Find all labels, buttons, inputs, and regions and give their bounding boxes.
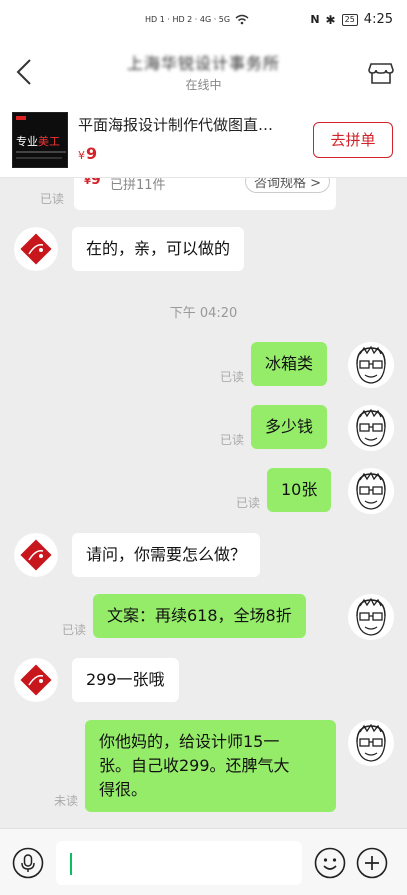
thumb-text: 专业美工 [16, 133, 60, 149]
sold-count: 已拼11件 [110, 178, 166, 193]
chat-header: 上海华锐设计事务所 在线中 [0, 40, 407, 102]
status-bar: HD 1 · HD 2 · 4G · 5G N ✱ 25 4:25 [0, 0, 407, 40]
user-avatar[interactable] [348, 720, 394, 766]
product-price: ¥9 [78, 144, 97, 163]
cartoon-face-icon [349, 343, 393, 387]
message-bubble-in[interactable]: 299一张哦 [72, 658, 179, 702]
message-bubble-out[interactable]: 文案：再续618，全场8折 [93, 594, 306, 638]
read-status: 已读 [62, 623, 87, 637]
user-avatar[interactable] [348, 342, 394, 388]
thumb-line [16, 157, 62, 159]
plus-icon [356, 847, 388, 879]
bluetooth-icon: ✱ [325, 12, 336, 27]
battery-icon: 25 [341, 13, 358, 26]
read-status: 已读 [236, 496, 261, 510]
cartoon-face-icon [349, 721, 393, 765]
currency-symbol: ¥ [78, 149, 85, 162]
thumb-line [16, 151, 66, 153]
text-caret [70, 853, 72, 875]
wifi-icon [235, 14, 249, 25]
shop-avatar[interactable] [14, 533, 58, 577]
user-avatar[interactable] [348, 468, 394, 514]
message-bubble-out[interactable]: 多少钱 [251, 405, 328, 449]
more-button[interactable] [356, 847, 388, 879]
shop-logo-icon [14, 533, 58, 577]
unread-status: 未读 [54, 794, 79, 808]
consult-spec-button[interactable]: 咨询规格 > [244, 178, 330, 193]
status-right: N ✱ 25 4:25 [310, 12, 393, 27]
read-status: 已读 [220, 433, 245, 447]
input-bar [0, 828, 407, 895]
chat-area[interactable]: ¥9 已拼11件 咨询规格 > 已读 在的，亲，可以做的 下午 04:20 已读… [0, 178, 407, 828]
shop-title: 上海华锐设计事务所 [126, 54, 280, 73]
message-bubble-in[interactable]: 请问，你需要怎么做？ [72, 533, 261, 577]
cartoon-face-icon [349, 406, 393, 450]
product-card[interactable]: 专业美工 平面海报设计制作代做图直… ¥9 去拼单 [0, 102, 407, 178]
nfc-icon: N [310, 13, 320, 26]
product-thumbnail[interactable]: 专业美工 [12, 112, 68, 168]
price-value: 9 [86, 144, 98, 163]
emoji-button[interactable] [314, 847, 346, 879]
cartoon-face-icon [349, 469, 393, 513]
store-icon [368, 63, 394, 84]
user-avatar[interactable] [348, 594, 394, 640]
thumb-text-a: 专业 [16, 135, 38, 148]
voice-button[interactable] [12, 847, 44, 879]
timestamp: 下午 04:20 [169, 306, 238, 321]
microphone-icon [12, 847, 44, 879]
group-buy-button[interactable]: 去拼单 [313, 122, 393, 158]
product-name[interactable]: 平面海报设计制作代做图直… [78, 114, 298, 135]
message-bubble-out[interactable]: 你他妈的，给设计师15一 张。自己收299。还脾气大 得很。 [85, 720, 336, 812]
thumb-logo [16, 116, 26, 120]
message-bubble-out[interactable]: 10张 [267, 468, 332, 512]
online-status: 在线中 [185, 78, 222, 92]
signal-text: HD 1 · HD 2 · 4G · 5G [145, 15, 231, 24]
smiley-icon [314, 847, 346, 879]
card-price: ¥9 [84, 178, 101, 188]
currency-symbol: ¥ [84, 178, 91, 187]
signal-indicators: HD 1 · HD 2 · 4G · 5G [145, 14, 249, 25]
clock: 4:25 [363, 12, 393, 27]
store-button[interactable] [367, 58, 395, 86]
shop-avatar[interactable] [14, 227, 58, 271]
cartoon-face-icon [349, 595, 393, 639]
message-line: 你他妈的，给设计师15一 [99, 732, 280, 751]
read-status: 已读 [220, 370, 245, 384]
price-value: 9 [90, 178, 101, 188]
shop-logo-icon [14, 658, 58, 702]
message-bubble-in[interactable]: 在的，亲，可以做的 [72, 227, 245, 271]
message-line: 得很。 [99, 780, 148, 799]
read-status: 已读 [40, 192, 65, 206]
product-message-card[interactable]: ¥9 已拼11件 咨询规格 > [74, 178, 336, 210]
message-line: 张。自己收299。还脾气大 [99, 756, 290, 775]
shop-logo-icon [14, 227, 58, 271]
shop-avatar[interactable] [14, 658, 58, 702]
user-avatar[interactable] [348, 405, 394, 451]
message-bubble-out[interactable]: 冰箱类 [251, 342, 328, 386]
message-input[interactable] [56, 841, 302, 885]
thumb-text-b: 美工 [38, 135, 60, 148]
